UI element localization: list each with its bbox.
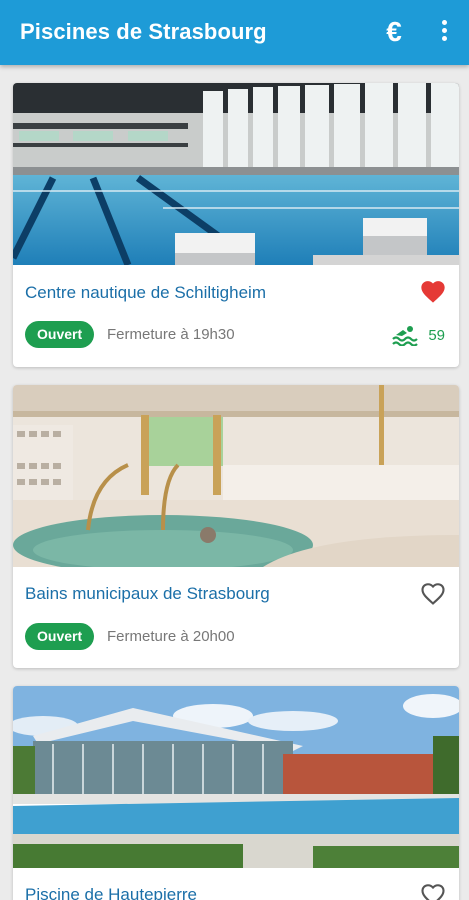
app-title: Piscines de Strasbourg (20, 19, 267, 44)
app-bar: Piscines de Strasbourg € (0, 0, 469, 65)
pool-photo (13, 83, 459, 265)
closing-time: Fermeture à 20h00 (107, 628, 235, 645)
occupancy: 59 (392, 323, 445, 347)
heart-filled-icon[interactable] (419, 278, 447, 304)
pool-name: Bains municipaux de Strasbourg (25, 584, 270, 603)
swimmer-icon (392, 326, 419, 346)
pool-name: Piscine de Hautepierre (25, 885, 197, 900)
euro-icon[interactable]: € (378, 14, 410, 50)
heart-outline-icon[interactable] (419, 881, 447, 900)
pool-card[interactable]: Bains municipaux de Strasbourg Ouvert Fe… (13, 385, 459, 668)
status-badge: Ouvert (25, 623, 95, 650)
closing-time: Fermeture à 19h30 (107, 326, 235, 343)
pool-card[interactable]: Piscine de Hautepierre (13, 686, 459, 900)
pool-card[interactable]: Centre nautique de Schiltigheim Ouvert F… (13, 83, 459, 367)
status-badge: Ouvert (25, 321, 95, 348)
occupancy-count: 59 (428, 326, 445, 344)
pool-photo (13, 385, 459, 567)
pool-name: Centre nautique de Schiltigheim (25, 283, 266, 302)
pool-photo (13, 686, 459, 868)
more-vert-icon[interactable] (434, 18, 454, 46)
heart-outline-icon[interactable] (419, 580, 447, 606)
